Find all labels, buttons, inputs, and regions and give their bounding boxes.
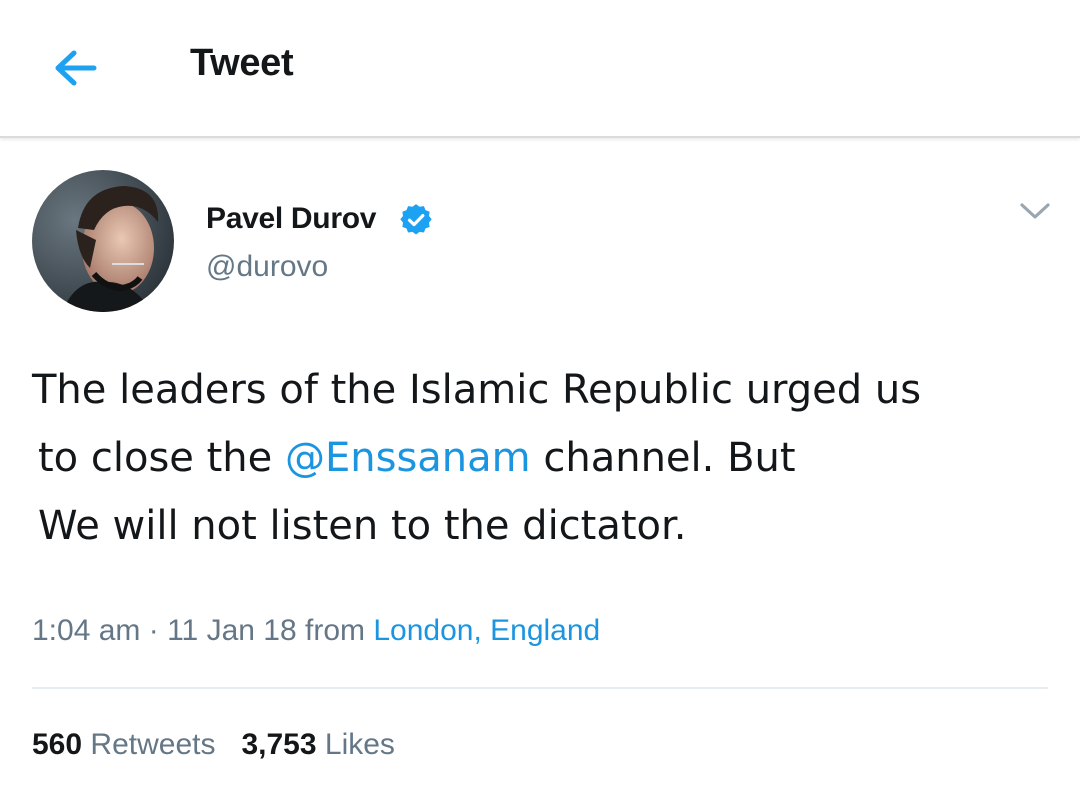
- mention-link[interactable]: @Enssanam: [285, 435, 531, 481]
- author-handle[interactable]: @durovo: [206, 250, 328, 284]
- location-link[interactable]: London, England: [373, 614, 600, 647]
- likes-count: 3,753: [241, 728, 317, 761]
- author-name[interactable]: Pavel Durov: [206, 202, 376, 236]
- retweets-label: Retweets: [90, 728, 216, 761]
- back-button[interactable]: [44, 40, 104, 96]
- app-bar: Tweet: [0, 0, 1080, 138]
- tweet-meta: 1:04 am · 11 Jan 18 from London, England: [32, 614, 600, 648]
- tweet-time: 1:04 am: [32, 614, 141, 647]
- tweet-text-line: to close the @Enssanam channel. But: [32, 424, 1042, 492]
- tweet-text-fragment: to close the: [38, 435, 285, 481]
- tweet-date: 11 Jan 18: [167, 614, 297, 647]
- verified-badge-icon: [400, 204, 432, 235]
- likes-stat[interactable]: 3,753 Likes: [241, 728, 394, 762]
- avatar-image: [32, 170, 174, 312]
- tweet-text-line: The leaders of the Islamic Republic urge…: [32, 367, 922, 413]
- likes-label: Likes: [324, 728, 395, 761]
- avatar[interactable]: [32, 170, 174, 312]
- divider: [32, 687, 1048, 689]
- chevron-down-icon[interactable]: [1016, 196, 1054, 226]
- retweets-count: 560: [32, 728, 83, 761]
- page-title: Tweet: [190, 42, 294, 84]
- tweet-text-fragment: channel. But: [530, 435, 796, 481]
- tweet-text: The leaders of the Islamic Republic urge…: [32, 356, 1042, 560]
- meta-separator: ·: [148, 614, 159, 647]
- retweets-stat[interactable]: 560 Retweets: [32, 728, 215, 762]
- tweet-detail-screen: Tweet Pavel Durov @durovo The leaders of…: [0, 0, 1080, 795]
- arrow-left-icon: [55, 50, 97, 86]
- tweet-stats: 560 Retweets 3,753 Likes: [32, 728, 395, 762]
- tweet-text-line: We will not listen to the dictator.: [38, 503, 687, 549]
- from-label: from: [305, 614, 365, 647]
